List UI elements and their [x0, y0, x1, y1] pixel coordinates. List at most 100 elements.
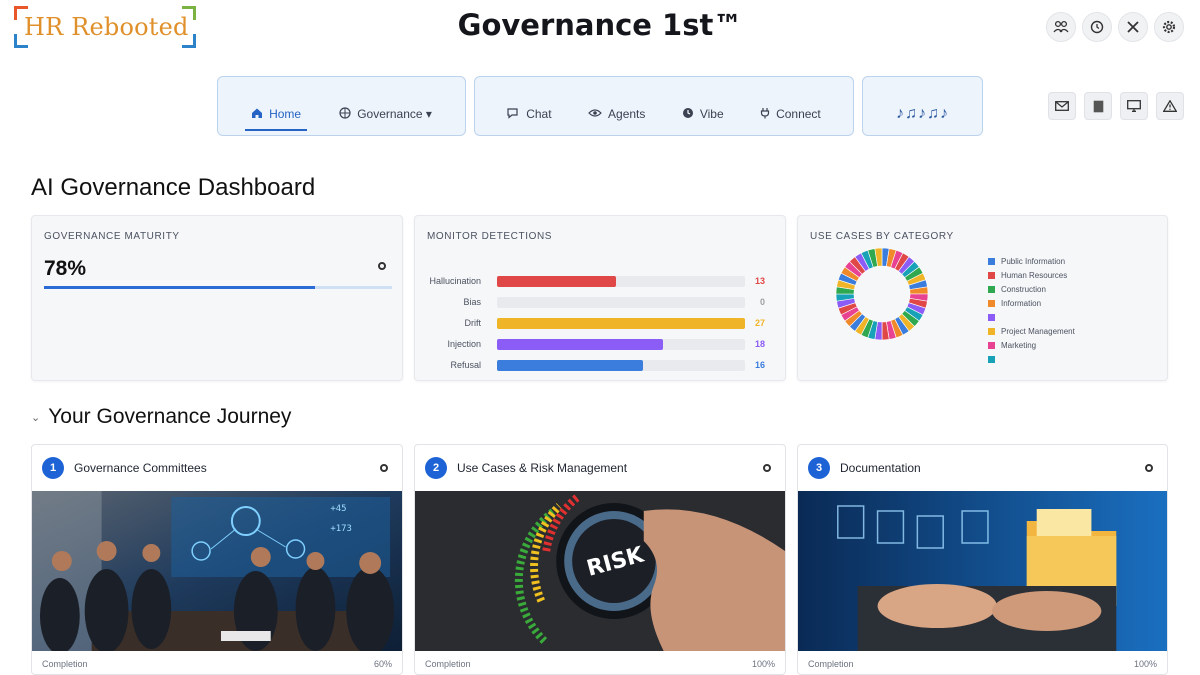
detection-bar: [497, 275, 617, 287]
music-button[interactable]: ♪♫♪♫♪: [888, 100, 957, 128]
detection-count: 13: [754, 276, 765, 286]
detection-label: Bias: [463, 297, 481, 307]
detection-row: Hallucination 13: [427, 274, 767, 288]
detection-bar: [497, 338, 664, 350]
info-icon[interactable]: [763, 464, 771, 472]
nav-chat-label: Chat: [526, 107, 552, 121]
timer-icon: [682, 107, 694, 122]
documents-image: [798, 491, 1167, 651]
nav-chat[interactable]: Chat: [499, 100, 559, 128]
nav-governance-label: Governance ▾: [357, 107, 432, 121]
legend-item: Marketing: [988, 338, 1075, 352]
detection-bar-track: [497, 317, 745, 329]
monitor-icon[interactable]: [1120, 92, 1148, 120]
nav-governance-dropdown[interactable]: Governance ▾: [331, 100, 440, 128]
detection-bar-track: [497, 359, 745, 371]
nav-group-tools: Chat Agents Vibe Connect: [474, 76, 854, 136]
legend-item: [988, 310, 1075, 324]
completion-value: 60%: [373, 659, 392, 669]
completion-label: Completion: [425, 659, 471, 669]
svg-text:+45: +45: [330, 504, 346, 514]
journey-title: Your Governance Journey: [48, 405, 292, 428]
nav-group-label: [218, 83, 465, 92]
completion-label: Completion: [808, 659, 854, 669]
nav-home[interactable]: Home: [243, 100, 309, 131]
detection-label: Drift: [464, 318, 482, 328]
completion-value: 100%: [1133, 659, 1157, 669]
legend-swatch: [988, 285, 995, 293]
clock-icon[interactable]: [1082, 12, 1112, 42]
use-cases-legend: Public Information Human Resources Constru…: [988, 254, 1075, 366]
legend-label: Information: [1001, 298, 1042, 308]
journey-card-risk[interactable]: 2 Use Cases & Risk Management RISK Compl…: [414, 444, 786, 675]
maturity-heading: Governance Maturity: [44, 231, 180, 242]
legend-item: [988, 352, 1075, 366]
use-cases-heading: Use Cases by Category: [810, 231, 954, 242]
detection-row: Bias 0: [427, 295, 767, 309]
nav-vibe[interactable]: Vibe: [674, 100, 732, 128]
step-number: 2: [425, 457, 447, 479]
detection-row: Injection 18: [427, 337, 767, 351]
legend-item: Human Resources: [988, 268, 1075, 282]
warning-icon[interactable]: [1156, 92, 1184, 120]
globe-icon: [339, 106, 351, 122]
journey-card-title: Documentation: [840, 461, 921, 475]
step-number: 1: [42, 457, 64, 479]
maturity-value: 78%: [44, 257, 87, 280]
nav-connect[interactable]: Connect: [752, 100, 829, 128]
journey-card-title: Governance Committees: [74, 461, 207, 475]
journey-card-documentation[interactable]: 3 Documentation Completion 100%: [797, 444, 1168, 675]
use-cases-donut: [835, 247, 929, 341]
detection-row: Refusal 16: [427, 358, 767, 372]
journey-section-header[interactable]: ⌄ Your Governance Journey: [31, 405, 291, 429]
mail-icon[interactable]: [1048, 92, 1076, 120]
app-title: Governance 1st™: [457, 8, 743, 42]
home-icon: [251, 107, 263, 122]
tools-icon[interactable]: [1118, 12, 1148, 42]
dashboard-title: AI Governance Dashboard: [31, 174, 316, 201]
maturity-card: Governance Maturity 78%: [31, 215, 403, 381]
legend-item: Project Management: [988, 324, 1075, 338]
detection-count: 27: [754, 318, 765, 328]
detection-label: Injection: [447, 339, 481, 349]
info-icon[interactable]: [1145, 464, 1153, 472]
legend-swatch: [988, 257, 995, 265]
document-icon[interactable]: [1084, 92, 1112, 120]
nav-vibe-label: Vibe: [699, 107, 724, 121]
info-icon[interactable]: [378, 262, 386, 270]
monitor-card: Monitor Detections Hallucination 13 Bias 0 D…: [414, 215, 786, 381]
header-actions: [1046, 12, 1184, 42]
completion-label: Completion: [42, 659, 88, 669]
maturity-progress-fill: [44, 286, 316, 289]
journey-card-title: Use Cases & Risk Management: [457, 461, 628, 475]
info-icon[interactable]: [380, 464, 388, 472]
plug-icon: [760, 107, 770, 122]
nav-group-main: Home Governance ▾: [217, 76, 466, 136]
utility-icons: [1048, 92, 1184, 120]
legend-swatch: [988, 355, 995, 363]
detection-label: Refusal: [450, 360, 481, 370]
nav-home-label: Home: [269, 107, 302, 121]
legend-label: Human Resources: [1001, 270, 1068, 280]
nav-group-music: ♪♫♪♫♪: [862, 76, 983, 136]
legend-swatch: [988, 299, 995, 307]
legend-item: Information: [988, 296, 1075, 310]
detection-count: 18: [754, 339, 765, 349]
legend-swatch: [988, 327, 995, 335]
nav-group-label: [475, 83, 853, 92]
legend-swatch: [988, 341, 995, 349]
legend-item: Public Information: [988, 254, 1075, 268]
nav-agents[interactable]: Agents: [580, 100, 653, 128]
chevron-down-icon: ⌄: [31, 411, 41, 424]
music-notes-icon: ♪♫♪♫♪: [896, 105, 949, 122]
maturity-progress: [44, 286, 392, 289]
gear-icon[interactable]: [1154, 12, 1184, 42]
svg-text:+173: +173: [330, 524, 352, 534]
detection-count: 0: [759, 297, 765, 307]
journey-card-committees[interactable]: 1 Governance Committees +45 +173 Complet…: [31, 444, 403, 675]
chat-icon: [507, 107, 520, 122]
legend-item: Construction: [988, 282, 1075, 296]
use-cases-card: Use Cases by Category Public Information…: [797, 215, 1168, 381]
people-icon[interactable]: [1046, 12, 1076, 42]
step-number: 3: [808, 457, 830, 479]
